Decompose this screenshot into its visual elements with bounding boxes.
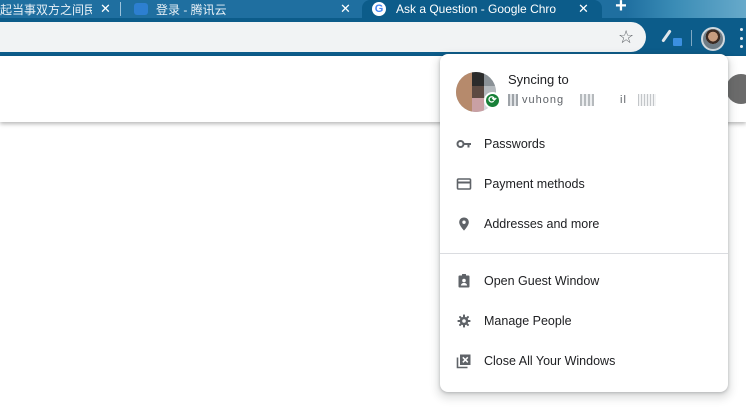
credit-card-icon — [456, 176, 472, 192]
menu-item-label: Payment methods — [484, 177, 585, 191]
extension-pen-shape — [661, 29, 672, 43]
menu-item-label: Passwords — [484, 137, 546, 151]
close-windows-icon — [456, 353, 472, 369]
tab-close-icon[interactable]: ✕ — [340, 1, 351, 17]
tab-close-icon[interactable]: ✕ — [578, 1, 589, 17]
email-redaction — [580, 94, 594, 106]
page-avatar[interactable] — [726, 74, 746, 104]
tab-title: 登录 - 腾讯云 — [156, 2, 227, 17]
tab-item[interactable]: 登录 - 腾讯云 ✕ — [122, 0, 360, 18]
menu-item-payment-methods[interactable]: Payment methods — [440, 164, 728, 204]
sync-email-tail: il — [620, 94, 627, 106]
tab-close-icon[interactable]: ✕ — [100, 1, 111, 17]
bookmark-star-icon[interactable]: ☆ — [618, 26, 634, 48]
menu-item-open-guest-window[interactable]: Open Guest Window — [440, 261, 728, 301]
extension-icon[interactable] — [661, 27, 682, 47]
menu-item-label: Close All Your Windows — [484, 354, 616, 368]
menu-item-passwords[interactable]: Passwords — [440, 124, 728, 164]
sync-email-text: vuhong — [522, 94, 565, 106]
menu-item-close-all-windows[interactable]: Close All Your Windows — [440, 341, 728, 381]
menu-item-manage-people[interactable]: Manage People — [440, 301, 728, 341]
tab-title: Ask a Question - Google Chro — [396, 2, 557, 16]
tab-item-active[interactable]: G Ask a Question - Google Chro ✕ — [362, 0, 602, 18]
sync-status-icon: ⟳ — [484, 92, 501, 109]
tab-separator — [120, 2, 121, 16]
tab-title: 起当事双方之间民 — [0, 2, 92, 17]
new-tab-button[interactable]: + — [608, 0, 634, 16]
profile-menu: ⟳ Syncing to vuhong il Passwords Payment… — [440, 54, 728, 392]
location-pin-icon — [456, 216, 472, 232]
tab-strip-background — [626, 0, 746, 18]
sync-title: Syncing to — [508, 72, 569, 87]
tab-item[interactable]: 起当事双方之间民 ✕ — [0, 0, 120, 18]
extension-badge — [673, 38, 682, 46]
profile-avatar-button[interactable] — [701, 27, 725, 51]
google-favicon-icon: G — [372, 2, 386, 16]
browser-menu-icon[interactable] — [737, 28, 746, 48]
email-redaction — [638, 94, 656, 106]
tencent-cloud-favicon-icon — [134, 3, 148, 15]
browser-toolbar: ☆ — [0, 18, 746, 56]
menu-item-label: Manage People — [484, 314, 572, 328]
menu-item-label: Addresses and more — [484, 217, 600, 231]
sync-email: vuhong il — [508, 94, 658, 106]
toolbar-divider — [691, 30, 692, 46]
key-icon — [456, 136, 472, 152]
address-bar[interactable]: ☆ — [0, 22, 646, 52]
tab-strip: 起当事双方之间民 ✕ 登录 - 腾讯云 ✕ G Ask a Question -… — [0, 0, 746, 18]
menu-divider — [440, 253, 728, 254]
email-redaction — [508, 94, 518, 106]
guest-badge-icon — [456, 273, 472, 289]
menu-item-label: Open Guest Window — [484, 274, 600, 288]
gear-icon — [456, 313, 472, 329]
menu-item-addresses[interactable]: Addresses and more — [440, 204, 728, 244]
